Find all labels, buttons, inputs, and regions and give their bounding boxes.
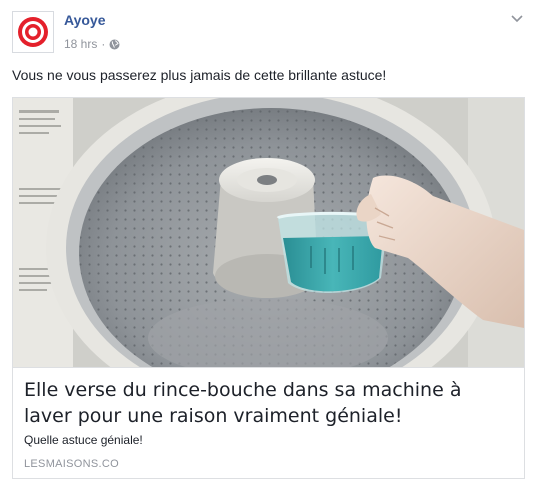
post-meta: 18 hrs · (64, 37, 120, 51)
facebook-post: Ayoye 18 hrs · Vous ne vous passerez plu… (0, 0, 536, 488)
meta-separator: · (101, 37, 106, 51)
chevron-down-icon[interactable] (510, 12, 524, 24)
link-title[interactable]: Elle verse du rince-bouche dans sa machi… (24, 377, 514, 429)
page-name-link[interactable]: Ayoye (64, 12, 106, 28)
link-description: Quelle astuce géniale! (24, 433, 143, 447)
post-timestamp[interactable]: 18 hrs (64, 37, 97, 51)
target-logo-icon (18, 17, 48, 47)
post-message: Vous ne vous passerez plus jamais de cet… (12, 67, 387, 83)
link-card-body[interactable]: Elle verse du rince-bouche dans sa machi… (13, 367, 524, 478)
link-preview-card[interactable]: Elle verse du rince-bouche dans sa machi… (12, 97, 525, 479)
link-domain: LESMAISONS.CO (24, 458, 119, 470)
washing-machine-photo[interactable] (13, 98, 524, 367)
globe-icon[interactable] (109, 39, 120, 50)
page-avatar[interactable] (12, 11, 54, 53)
